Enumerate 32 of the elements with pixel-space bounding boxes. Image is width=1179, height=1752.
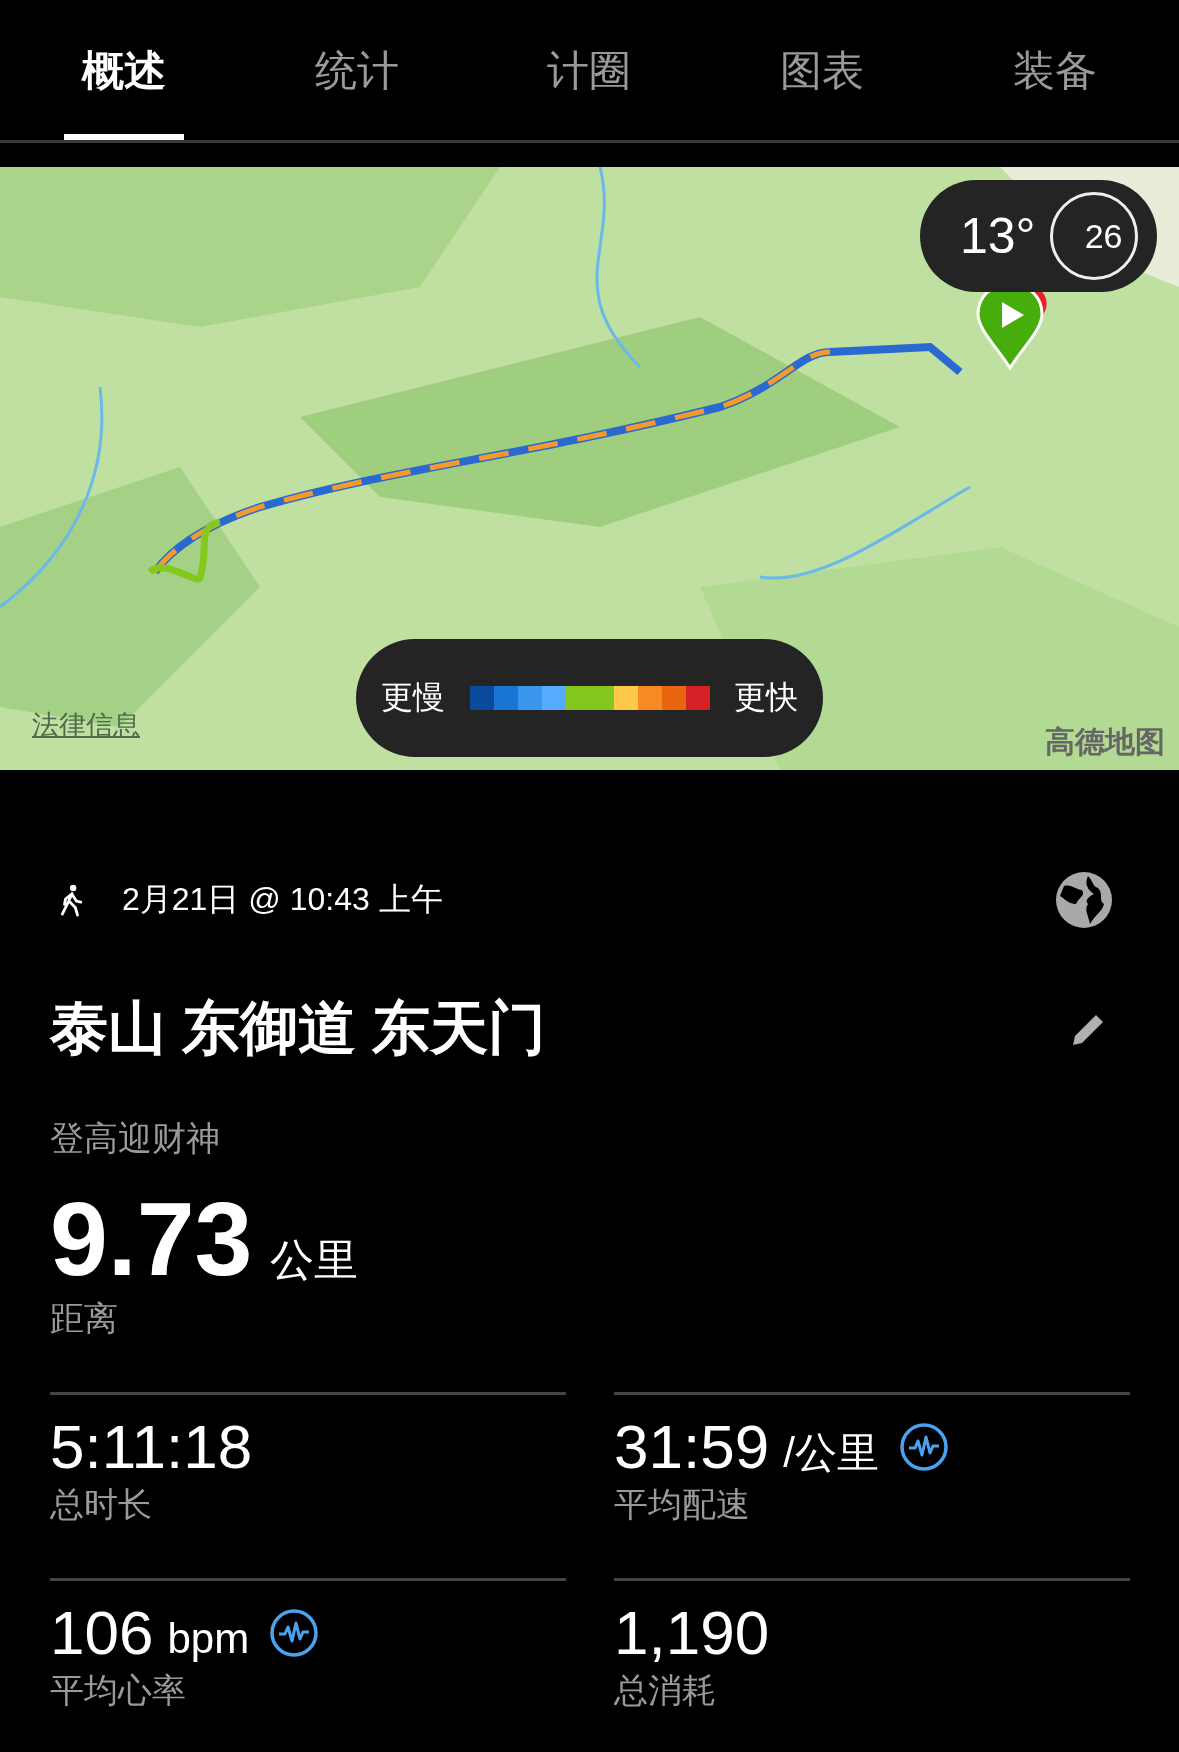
map-view[interactable]: 13° 26 更慢 更快 法律信息 高德地图 [0,167,1179,770]
wind-indicator: 26 [1049,192,1138,280]
map-provider-logo: 高德地图 [1045,724,1165,760]
activity-description: 登高迎财神 [50,1118,221,1159]
stat-unit: /公里 [783,1428,879,1479]
stat-label: 总消耗 [614,1669,717,1711]
legend-label: 更慢 [381,678,445,717]
distance-unit: 公里 [270,1234,359,1286]
stat-value: 5:11:18 [50,1413,253,1482]
stat-label: 平均心率 [50,1669,187,1711]
stat-unit: bpm [167,1615,250,1664]
stat-value: 106 [50,1599,154,1668]
activity-date: 2月21日 @ 10:43 上午 [122,880,444,919]
tab[interactable]: 统计 [296,0,417,140]
temperature: 13° [960,207,1036,265]
tab[interactable]: 概述 [64,0,185,140]
legend-label: 更快 [734,678,798,717]
distance-value: 9.73 [50,1182,253,1297]
legal-link[interactable]: 法律信息 [32,707,140,743]
tab[interactable]: 计圈 [529,0,650,140]
tab[interactable]: 装备 [994,0,1115,140]
stat-label: 平均配速 [614,1483,751,1525]
stat-value: 31:59 [614,1413,770,1482]
pulse-chart-icon[interactable] [898,1422,949,1473]
globe-icon[interactable] [1054,870,1114,930]
walking-icon [58,883,84,917]
stat-value: 1,190 [614,1599,770,1668]
tab[interactable]: 图表 [762,0,883,140]
activity-title: 泰山 东御道 东天门 [50,994,547,1062]
distance-label: 距离 [50,1298,119,1340]
stat-label: 总时长 [50,1483,153,1525]
pulse-chart-icon[interactable] [269,1608,320,1659]
